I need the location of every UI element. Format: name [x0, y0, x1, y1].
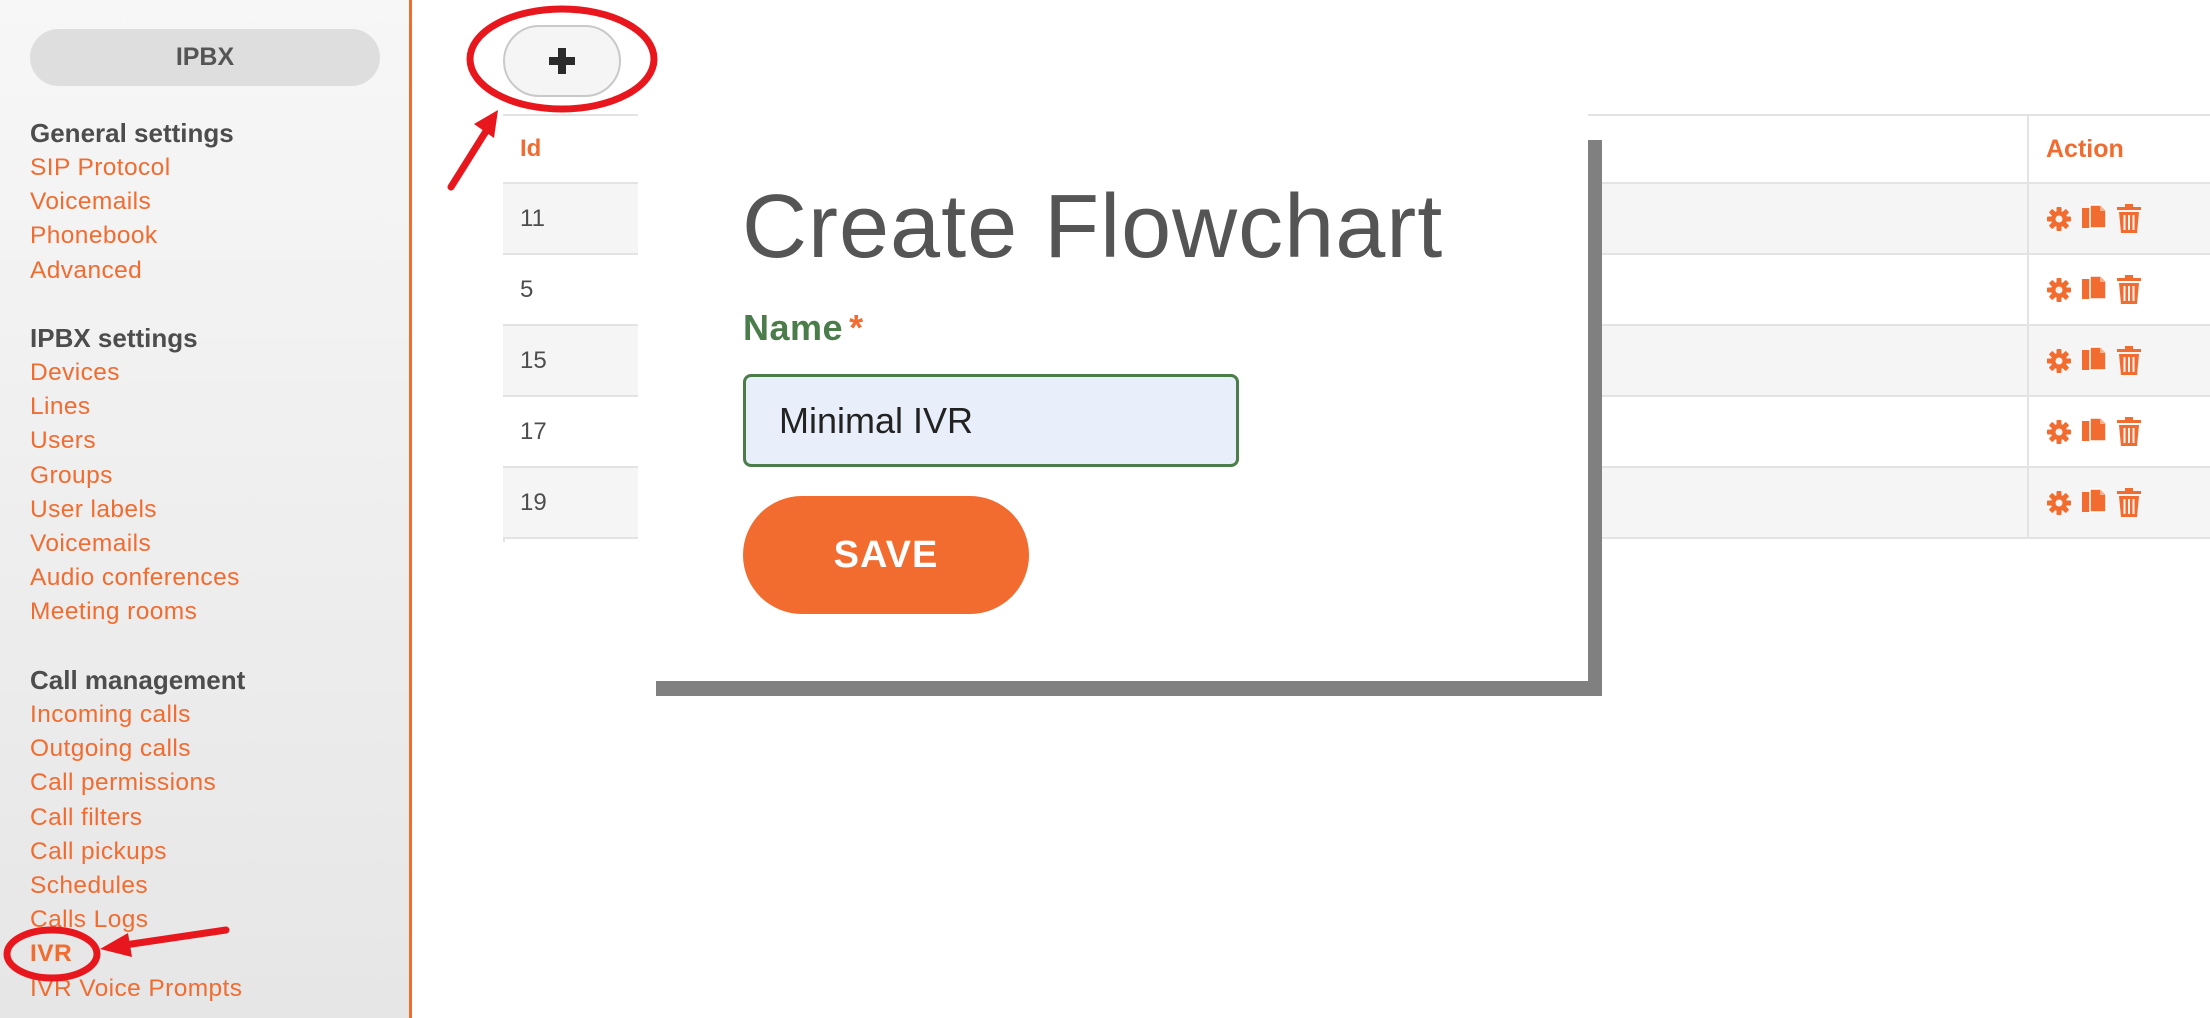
- row-id: 5: [520, 275, 534, 303]
- page: IPBX General settings SIP Protocol Voice…: [0, 0, 2210, 1018]
- sidebar: IPBX General settings SIP Protocol Voice…: [0, 0, 412, 1018]
- action-icons: [2046, 397, 2142, 466]
- nav-group-general-settings: General settings SIP Protocol Voicemails…: [30, 115, 234, 288]
- action-icons: [2046, 326, 2142, 395]
- sidebar-item-call-permissions[interactable]: Call permissions: [30, 766, 245, 800]
- action-column-header: Action: [2027, 116, 2210, 182]
- column-header-id[interactable]: Id: [520, 116, 541, 182]
- name-input[interactable]: [743, 374, 1239, 467]
- nav-group-title: Call management: [30, 665, 246, 695]
- sidebar-item-calls-logs[interactable]: Calls Logs: [30, 903, 245, 937]
- action-icons: [2046, 468, 2142, 537]
- add-flowchart-button[interactable]: [503, 25, 621, 97]
- copy-icon[interactable]: [2080, 487, 2108, 518]
- create-flowchart-dialog: Create Flowchart Name* SAVE: [638, 114, 1588, 681]
- gear-icon[interactable]: [2046, 490, 2072, 516]
- column-header-action: Action: [2046, 134, 2124, 163]
- trash-icon[interactable]: [2116, 274, 2142, 305]
- trash-icon[interactable]: [2116, 416, 2142, 447]
- sidebar-item-ivr-voice-prompts[interactable]: IVR Voice Prompts: [30, 972, 245, 1006]
- gear-icon[interactable]: [2046, 419, 2072, 445]
- copy-icon[interactable]: [2080, 203, 2108, 234]
- row-id: 15: [520, 346, 547, 374]
- sidebar-item-schedules[interactable]: Schedules: [30, 869, 245, 903]
- trash-icon[interactable]: [2116, 345, 2142, 376]
- sidebar-item-incoming-calls[interactable]: Incoming calls: [30, 698, 245, 732]
- annotation-arrow-add: [447, 110, 498, 191]
- required-marker: *: [849, 307, 864, 348]
- sidebar-item-ivr[interactable]: IVR: [30, 937, 245, 971]
- sidebar-item-devices[interactable]: Devices: [30, 356, 240, 390]
- sidebar-item-call-pickups[interactable]: Call pickups: [30, 835, 245, 869]
- row-id: 11: [520, 204, 545, 232]
- nav-group-title: General settings: [30, 118, 234, 148]
- sidebar-item-audio-conferences[interactable]: Audio conferences: [30, 561, 240, 595]
- sidebar-item-meeting-rooms[interactable]: Meeting rooms: [30, 595, 240, 629]
- sidebar-item-sip-protocol[interactable]: SIP Protocol: [30, 151, 234, 185]
- sidebar-item-voicemails[interactable]: Voicemails: [30, 527, 240, 561]
- action-icons: [2046, 184, 2142, 253]
- sidebar-item-user-labels[interactable]: User labels: [30, 493, 240, 527]
- action-cell: [2027, 255, 2210, 324]
- trash-icon[interactable]: [2116, 203, 2142, 234]
- sidebar-item-phonebook[interactable]: Phonebook: [30, 219, 234, 253]
- action-cell: [2027, 326, 2210, 395]
- name-label: Name *: [743, 307, 864, 349]
- copy-icon[interactable]: [2080, 416, 2108, 447]
- row-id: 19: [520, 488, 547, 516]
- save-button[interactable]: SAVE: [743, 496, 1029, 614]
- sidebar-item-users[interactable]: Users: [30, 424, 240, 458]
- copy-icon[interactable]: [2080, 345, 2108, 376]
- nav-group-call-management: Call management Incoming calls Outgoing …: [30, 662, 245, 1006]
- ipbx-button[interactable]: IPBX: [30, 29, 380, 86]
- action-cell: [2027, 397, 2210, 466]
- gear-icon[interactable]: [2046, 348, 2072, 374]
- row-id: 17: [520, 417, 547, 445]
- plus-icon: [549, 48, 575, 74]
- nav-group-ipbx-settings: IPBX settings Devices Lines Users Groups…: [30, 320, 240, 630]
- nav-group-title: IPBX settings: [30, 323, 198, 353]
- sidebar-item-voicemails[interactable]: Voicemails: [30, 185, 234, 219]
- trash-icon[interactable]: [2116, 487, 2142, 518]
- name-label-text: Name: [743, 307, 844, 348]
- gear-icon[interactable]: [2046, 277, 2072, 303]
- sidebar-item-lines[interactable]: Lines: [30, 390, 240, 424]
- sidebar-item-call-filters[interactable]: Call filters: [30, 801, 245, 835]
- action-icons: [2046, 255, 2142, 324]
- action-cell: [2027, 184, 2210, 253]
- dialog-title: Create Flowchart: [742, 177, 1444, 277]
- gear-icon[interactable]: [2046, 206, 2072, 232]
- sidebar-item-advanced[interactable]: Advanced: [30, 254, 234, 288]
- sidebar-item-outgoing-calls[interactable]: Outgoing calls: [30, 732, 245, 766]
- action-cell: [2027, 468, 2210, 537]
- copy-icon[interactable]: [2080, 274, 2108, 305]
- sidebar-item-groups[interactable]: Groups: [30, 459, 240, 493]
